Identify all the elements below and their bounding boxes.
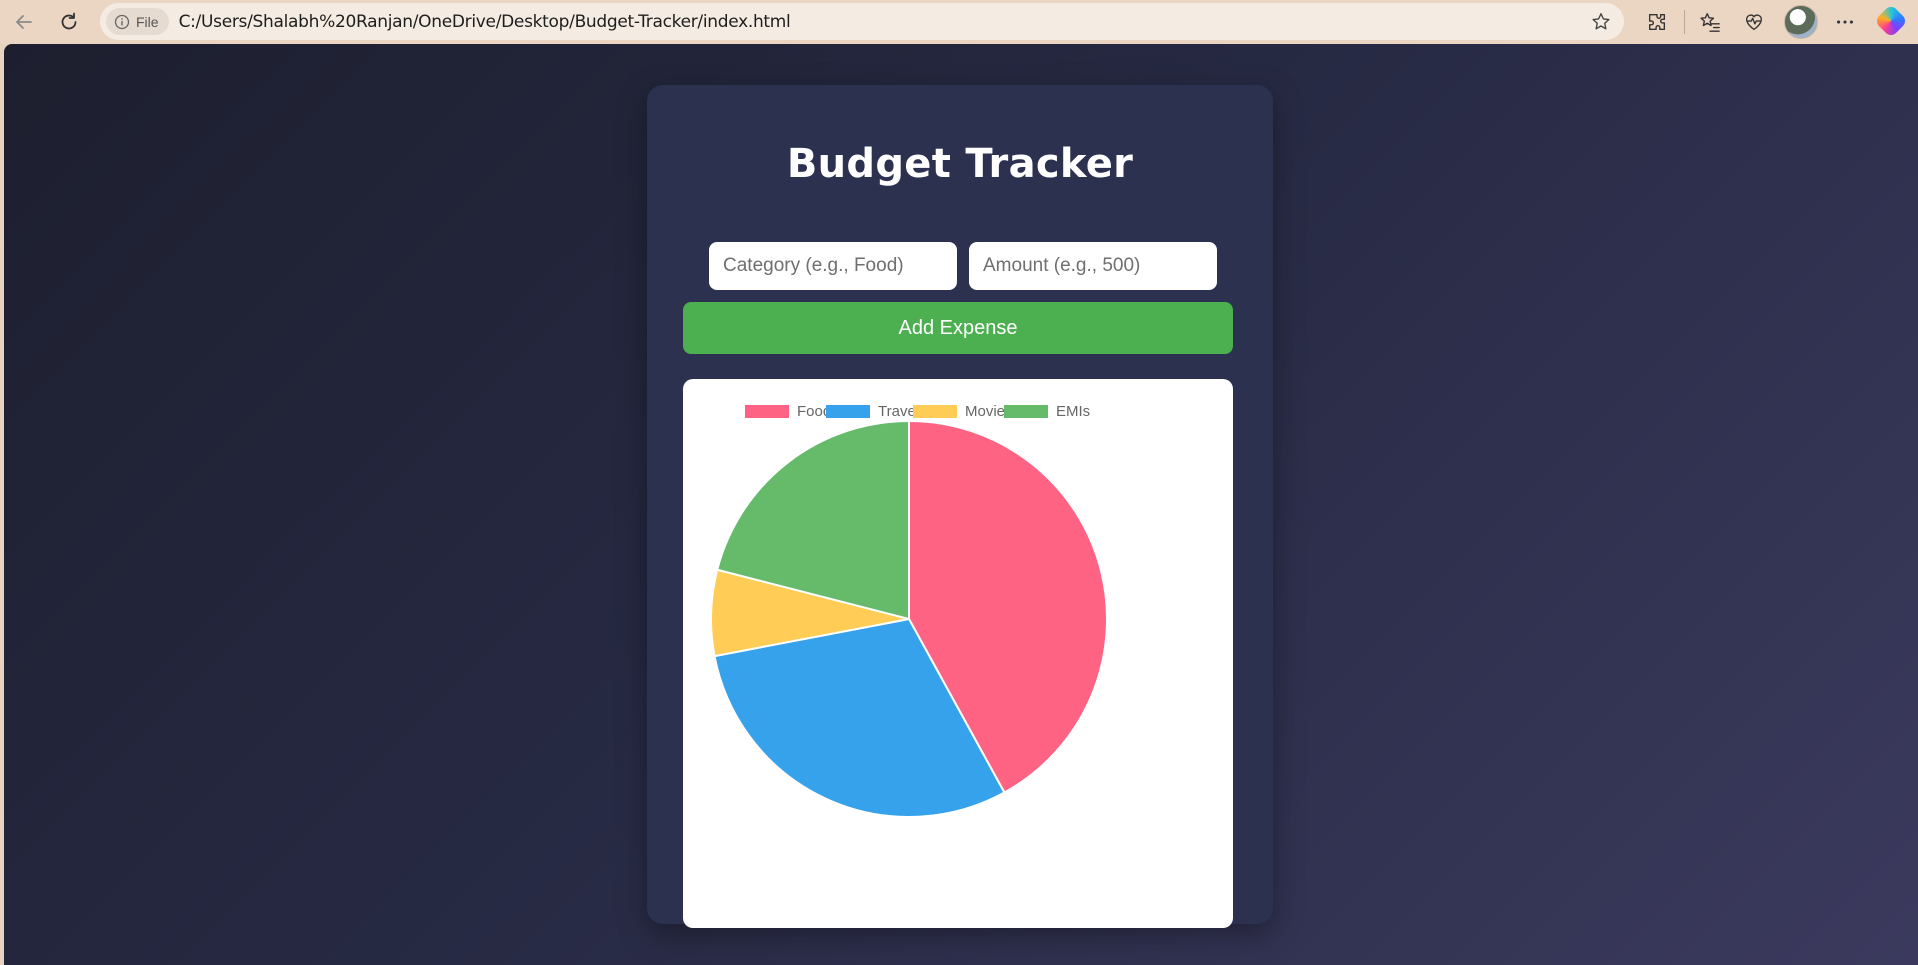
add-expense-button[interactable]: Add Expense <box>683 302 1233 354</box>
address-bar[interactable]: File C:/Users/Shalabh%20Ranjan/OneDrive/… <box>100 3 1624 40</box>
file-label: File <box>136 13 159 30</box>
site-info-chip[interactable]: File <box>106 8 169 35</box>
browser-toolbar: File C:/Users/Shalabh%20Ranjan/OneDrive/… <box>0 0 1918 44</box>
category-input[interactable] <box>709 242 957 290</box>
heart-pulse-icon <box>1745 14 1763 31</box>
extensions-icon[interactable] <box>1641 6 1673 38</box>
back-arrow-icon <box>16 15 32 29</box>
pie-chart <box>710 419 1108 818</box>
budget-card: Budget Tracker Add Expense FoodTravelMov… <box>647 85 1273 928</box>
amount-input[interactable] <box>969 242 1217 290</box>
copilot-icon[interactable] <box>1874 4 1908 38</box>
favorite-star-icon[interactable] <box>1588 9 1614 35</box>
page-viewport: Budget Tracker Add Expense FoodTravelMov… <box>4 44 1918 965</box>
profile-avatar[interactable] <box>1784 5 1818 39</box>
info-icon <box>114 14 130 29</box>
url-text[interactable]: C:/Users/Shalabh%20Ranjan/OneDrive/Deskt… <box>179 12 791 32</box>
browser-essentials-icon[interactable] <box>1738 6 1770 38</box>
reload-icon <box>61 12 77 30</box>
reload-button[interactable] <box>53 6 85 38</box>
ellipsis-icon <box>1837 20 1853 24</box>
page-title: Budget Tracker <box>786 141 1134 187</box>
toolbar-divider <box>1684 10 1685 34</box>
back-button[interactable] <box>8 6 40 38</box>
star-outline-icon <box>1592 13 1610 30</box>
expense-chart: Food Travel Movies EMIs <box>683 379 1233 928</box>
star-list-icon <box>1700 13 1720 32</box>
favorites-icon[interactable] <box>1694 6 1726 38</box>
puzzle-icon <box>1648 13 1666 31</box>
more-menu-icon[interactable] <box>1829 6 1861 38</box>
